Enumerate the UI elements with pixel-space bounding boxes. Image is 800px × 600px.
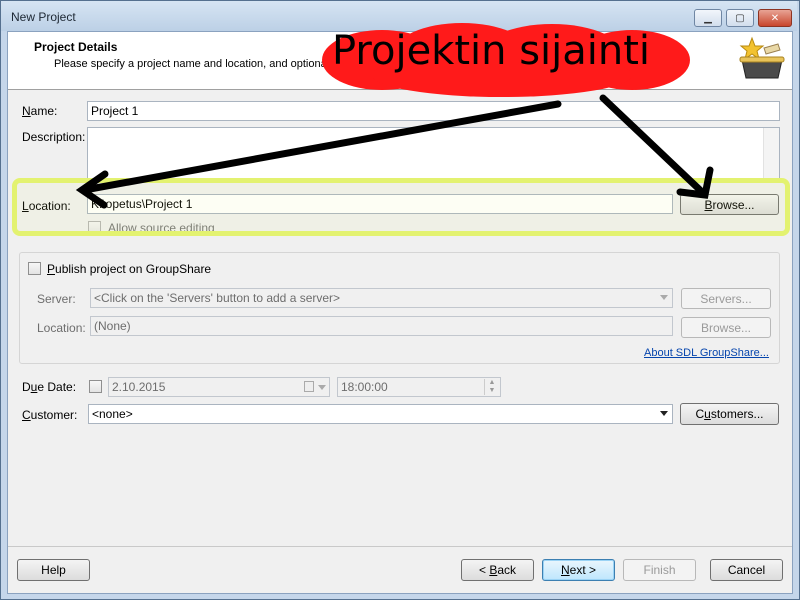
customers-button[interactable]: Customers... <box>680 403 779 425</box>
publish-groupshare-checkbox[interactable] <box>28 262 41 275</box>
footer-separator <box>8 546 792 547</box>
groupshare-location-field[interactable]: (None) <box>90 316 673 336</box>
server-combo-value: <Click on the 'Servers' button to add a … <box>94 291 341 305</box>
customer-combo[interactable]: <none> <box>88 404 673 424</box>
finish-button[interactable]: Finish <box>623 559 696 581</box>
chevron-down-icon <box>660 411 668 416</box>
chevron-down-icon <box>660 295 668 300</box>
back-button[interactable]: < Back <box>461 559 534 581</box>
calendar-icon[interactable] <box>304 381 314 392</box>
servers-button[interactable]: Servers... <box>681 288 771 309</box>
description-scrollbar[interactable] <box>763 128 779 178</box>
due-time-value: 18:00:00 <box>341 380 388 394</box>
next-button[interactable]: Next > <box>542 559 615 581</box>
due-date-checkbox[interactable] <box>89 380 102 393</box>
header-title: Project Details <box>34 40 118 54</box>
minimize-button[interactable]: ▁ <box>694 9 722 27</box>
maximize-button[interactable]: ▢ <box>726 9 754 27</box>
description-field[interactable] <box>87 127 780 179</box>
help-button[interactable]: Help <box>17 559 90 581</box>
server-label: Server: <box>37 292 76 306</box>
due-date-value: 2.10.2015 <box>112 380 166 394</box>
due-date-label: Due Date: <box>22 380 77 394</box>
groupshare-browse-button[interactable]: Browse... <box>681 317 771 338</box>
window-title: New Project <box>11 10 76 24</box>
customer-label: Customer: <box>22 408 78 422</box>
due-time-field[interactable]: 18:00:00 <box>337 377 501 397</box>
description-label: Description: <box>22 130 86 144</box>
name-field[interactable]: Project 1 <box>87 101 780 121</box>
header-subtitle: Please specify a project name and locati… <box>54 58 338 70</box>
publish-groupshare-label: Publish project on GroupShare <box>47 262 212 276</box>
annotation-text: Projektin sijainti <box>332 28 651 74</box>
spinner-icon[interactable]: ▲ ▼ <box>484 379 499 395</box>
about-groupshare-link[interactable]: About SDL GroupShare... <box>644 347 769 359</box>
server-combo[interactable]: <Click on the 'Servers' button to add a … <box>90 288 673 308</box>
location-highlight-marker <box>12 178 790 236</box>
customer-combo-value: <none> <box>92 407 133 421</box>
star-basket-icon <box>739 36 785 79</box>
groupshare-location-label: Location: <box>37 321 86 335</box>
close-button[interactable]: ✕ <box>758 9 792 27</box>
cancel-button[interactable]: Cancel <box>710 559 783 581</box>
due-date-picker[interactable]: 2.10.2015 <box>108 377 330 397</box>
name-label: Name: <box>22 104 58 118</box>
chevron-down-icon <box>318 385 326 390</box>
